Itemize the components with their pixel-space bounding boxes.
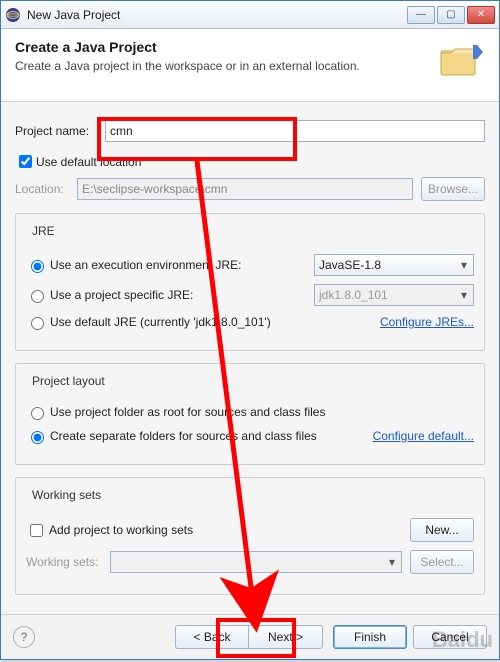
workingsets-new-button[interactable]: New...	[410, 518, 474, 542]
project-name-label: Project name:	[15, 124, 105, 138]
working-sets-legend: Working sets	[28, 488, 105, 502]
workingsets-select-button[interactable]: Select...	[410, 550, 474, 574]
jre-default-radio[interactable]	[31, 317, 44, 330]
workingsets-combo-label: Working sets:	[26, 555, 110, 569]
jre-specific-label: Use a project specific JRE:	[50, 288, 314, 302]
jre-specific-combo: jdk1.8.0_101	[314, 284, 474, 306]
working-sets-group: Working sets Add project to working sets…	[15, 477, 485, 595]
location-label: Location:	[15, 182, 77, 196]
layout-separate-radio[interactable]	[31, 431, 44, 444]
layout-rootfolder-label: Use project folder as root for sources a…	[50, 405, 474, 419]
add-workingsets-label: Add project to working sets	[49, 523, 410, 537]
jre-execenv-label: Use an execution environment JRE:	[50, 258, 314, 272]
wizard-content: Project name: Use default location Locat…	[1, 102, 499, 614]
jre-group: JRE Use an execution environment JRE: Ja…	[15, 213, 485, 351]
project-layout-group: Project layout Use project folder as roo…	[15, 363, 485, 465]
help-icon[interactable]: ?	[13, 626, 35, 648]
close-button[interactable]: ✕	[467, 6, 495, 24]
browse-button[interactable]: Browse...	[421, 177, 485, 201]
annotation-highlight-projectname	[97, 117, 297, 161]
use-default-location-checkbox[interactable]	[19, 155, 32, 168]
folder-java-icon	[437, 39, 485, 87]
workingsets-combo	[110, 551, 402, 573]
maximize-button[interactable]: ▢	[437, 6, 465, 24]
wizard-title: Create a Java Project	[15, 39, 427, 55]
layout-separate-label: Create separate folders for sources and …	[50, 429, 373, 443]
titlebar: New Java Project — ▢ ✕	[1, 1, 499, 29]
jre-execenv-combo[interactable]: JavaSE-1.8	[314, 254, 474, 276]
configure-jres-link[interactable]: Configure JREs...	[380, 315, 474, 329]
jre-default-label: Use default JRE (currently 'jdk1.8.0_101…	[50, 315, 380, 329]
eclipse-icon	[5, 7, 21, 23]
annotation-highlight-next	[216, 618, 296, 658]
wizard-subtitle: Create a Java project in the workspace o…	[15, 59, 427, 73]
project-layout-legend: Project layout	[28, 374, 109, 388]
dialog-window: New Java Project — ▢ ✕ Create a Java Pro…	[0, 0, 500, 660]
cancel-button[interactable]: Cancel	[413, 625, 487, 649]
configure-default-link[interactable]: Configure default...	[373, 429, 474, 443]
wizard-banner: Create a Java Project Create a Java proj…	[1, 29, 499, 102]
jre-legend: JRE	[28, 224, 59, 238]
layout-rootfolder-radio[interactable]	[31, 407, 44, 420]
add-workingsets-checkbox[interactable]	[30, 524, 43, 537]
jre-execenv-radio[interactable]	[31, 260, 44, 273]
minimize-button[interactable]: —	[407, 6, 435, 24]
window-title: New Java Project	[27, 8, 405, 22]
finish-button[interactable]: Finish	[333, 625, 407, 649]
jre-specific-radio[interactable]	[31, 290, 44, 303]
location-input	[77, 178, 413, 200]
